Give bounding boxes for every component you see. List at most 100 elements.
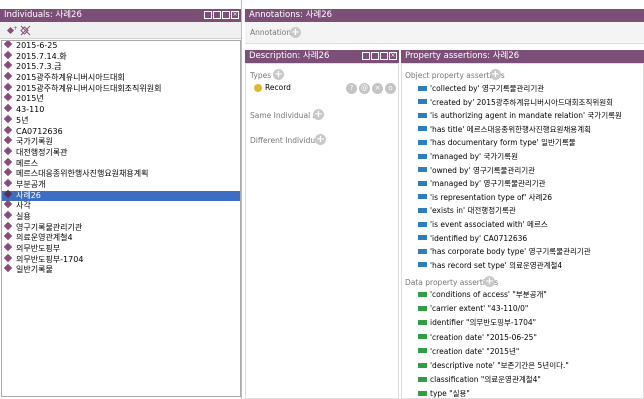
individual-label: 일반기록물 bbox=[16, 265, 53, 275]
object-property-row[interactable]: 'exists in' 대전행정기록관 bbox=[418, 205, 516, 216]
object-property-row[interactable]: 'has corporate body type' 영구기록물관리기관 bbox=[418, 246, 591, 257]
individual-icon bbox=[3, 210, 13, 220]
data-property-row[interactable]: 'carrier extent' "43-110/0" bbox=[418, 303, 528, 314]
individual-icon bbox=[3, 168, 13, 177]
data-property-text: identifier "의무반도핑부-1704" bbox=[430, 318, 537, 328]
object-property-text: 'is representation type of' 사례26 bbox=[430, 192, 552, 202]
delete-icon[interactable]: × bbox=[372, 83, 383, 94]
data-property-row[interactable]: classification "의료운영관계철4" bbox=[418, 374, 541, 385]
individual-label: 2015광주하계유니버시아드대회 bbox=[16, 73, 125, 83]
individual-list-item[interactable]: 메르스 bbox=[2, 157, 240, 170]
property-assertions-header: Property assertions: 사례26 bbox=[401, 50, 644, 63]
object-property-text: 'exists in' 대전행정기록관 bbox=[430, 206, 516, 216]
add-data-property-button[interactable]: + bbox=[484, 276, 495, 287]
annotations-panel-header: Annotations: 사례26 bbox=[245, 9, 644, 22]
individual-list-item[interactable]: 실용 bbox=[2, 210, 240, 223]
individual-label: 2015.7.14.화 bbox=[16, 51, 67, 61]
individual-list-item[interactable]: 일반기록물 bbox=[2, 264, 240, 276]
data-property-row[interactable]: 'creation date' "2015-06-25" bbox=[418, 332, 537, 343]
individual-list-item[interactable]: 사례26 bbox=[2, 189, 240, 202]
individual-label: 영구기록물관리기관 bbox=[16, 222, 83, 232]
individual-list-item[interactable]: 국가기록원 bbox=[2, 135, 240, 148]
object-property-row[interactable]: 'has title' 메르스대응종위한행사진행요원채용계획 bbox=[418, 124, 591, 135]
data-property-text: 'conditions of access' "부분공개" bbox=[430, 290, 547, 299]
individual-list-item[interactable]: 메르스대응종위한행사진행요원채용계획 bbox=[2, 168, 240, 180]
data-property-text: 'descriptive note' "보존기간은 5년이다." bbox=[430, 361, 569, 370]
individual-list-item[interactable]: 부분공개 bbox=[2, 178, 240, 191]
close-icon[interactable]: × bbox=[231, 11, 239, 19]
data-property-row[interactable]: type "실용" bbox=[418, 388, 470, 398]
object-property-row[interactable]: 'collected by' 영구기록물관리기관 bbox=[418, 83, 544, 94]
object-property-row[interactable]: 'has documentary form type' 일반기록물 bbox=[418, 137, 576, 148]
individual-list-item[interactable]: 영구기록물관리기관 bbox=[2, 221, 240, 234]
data-property-row[interactable]: 'conditions of access' "부분공개" bbox=[418, 289, 547, 300]
object-property-icon bbox=[418, 194, 427, 200]
individual-icon bbox=[3, 93, 13, 102]
data-property-row[interactable]: 'descriptive note' "보존기간은 5년이다." bbox=[418, 360, 569, 371]
data-property-row[interactable]: identifier "의무반도핑부-1704" bbox=[418, 317, 536, 328]
help-icon[interactable]: ? bbox=[346, 83, 357, 94]
pin-icon[interactable] bbox=[204, 11, 212, 19]
object-property-text: 'is authorizing agent in mandate relatio… bbox=[430, 111, 622, 121]
individual-list-item[interactable]: 2015-6-25 bbox=[2, 41, 240, 52]
edit-icon[interactable]: o bbox=[385, 83, 396, 94]
pin-icon[interactable] bbox=[362, 52, 370, 60]
description-title: Description: 사례26 bbox=[249, 51, 330, 61]
individual-list-item[interactable]: 의료운영관계철4 bbox=[2, 232, 240, 244]
type-record-row[interactable]: Record ? @ × o bbox=[254, 83, 396, 95]
svg-text:+: + bbox=[13, 25, 17, 32]
individual-list-item[interactable]: 2015광주하계유니버시아드대회조직위원회 bbox=[2, 82, 240, 95]
data-property-row[interactable]: 'creation date' "2015년" bbox=[418, 346, 519, 357]
object-property-text: 'has corporate body type' 영구기록물관리기관 bbox=[430, 247, 591, 257]
individual-list-item[interactable]: 2015년 bbox=[2, 93, 240, 105]
individual-icon bbox=[3, 157, 13, 166]
maximize-icon[interactable] bbox=[380, 52, 388, 60]
object-property-text: 'is event associated with' 메르스 bbox=[430, 220, 548, 229]
annotate-icon[interactable]: @ bbox=[359, 83, 370, 94]
object-property-row[interactable]: 'created by' 2015광주하계유니버시아드대회조직위원회 bbox=[418, 97, 613, 108]
individual-list-item[interactable]: CA0712636 bbox=[2, 125, 240, 138]
add-object-property-button[interactable]: + bbox=[490, 69, 501, 80]
individual-list-item[interactable]: 2015.7.14.화 bbox=[2, 50, 240, 63]
individual-label: 국가기록원 bbox=[16, 137, 53, 147]
delete-individual-icon[interactable] bbox=[20, 25, 31, 36]
object-property-row[interactable]: 'is authorizing agent in mandate relatio… bbox=[418, 110, 622, 121]
data-property-text: 'creation date' "2015-06-25" bbox=[430, 332, 537, 342]
object-property-row[interactable]: 'identified by' CA0712636 bbox=[418, 233, 527, 244]
object-property-text: 'owned by' 영구기록물관리기관 bbox=[430, 165, 536, 175]
object-property-row[interactable]: 'is event associated with' 메르스 bbox=[418, 219, 548, 230]
description-panel-header: Description: 사례26 × bbox=[245, 50, 399, 63]
individual-list-item[interactable]: 2015광주하계유니버시아드대회 bbox=[2, 71, 240, 84]
individual-list-item[interactable]: 43-110 bbox=[2, 103, 240, 116]
individual-list-item[interactable]: 사각 bbox=[2, 200, 240, 212]
float-icon[interactable] bbox=[213, 11, 221, 19]
object-property-text: 'has documentary form type' 일반기록물 bbox=[430, 138, 576, 148]
float-icon[interactable] bbox=[371, 52, 379, 60]
same-individual-label: Same Individual As bbox=[250, 111, 322, 120]
individual-list-item[interactable]: 의무반도핑부 bbox=[2, 242, 240, 255]
object-property-icon bbox=[418, 85, 427, 91]
individual-icon bbox=[3, 114, 13, 124]
individual-icon bbox=[3, 253, 13, 262]
object-property-row[interactable]: 'has record set type' 의료운영관계철4 bbox=[418, 260, 562, 271]
add-same-individual-button[interactable]: + bbox=[313, 109, 324, 120]
object-property-row[interactable]: 'managed by' 영구기록물관리기관 bbox=[418, 178, 546, 189]
add-individual-icon[interactable]: + bbox=[6, 25, 17, 36]
annotations-title: Annotations: 사례26 bbox=[249, 10, 333, 20]
add-annotation-button[interactable]: + bbox=[290, 27, 301, 38]
individuals-list: 2015-6-25 2015.7.14.화 2015.7.3.금 2015광주하계유니… bbox=[1, 40, 241, 397]
individual-icon bbox=[3, 242, 13, 252]
maximize-icon[interactable] bbox=[222, 11, 230, 19]
add-different-individual-button[interactable]: + bbox=[315, 134, 326, 145]
individual-list-item[interactable]: 5년 bbox=[2, 114, 240, 127]
individual-list-item[interactable]: 의무반도핑부-1704 bbox=[2, 253, 240, 266]
individual-list-item[interactable]: 2015.7.3.금 bbox=[2, 61, 240, 73]
object-property-row[interactable]: 'owned by' 영구기록물관리기관 bbox=[418, 165, 535, 176]
add-type-button[interactable]: + bbox=[273, 69, 284, 80]
close-icon[interactable]: × bbox=[389, 52, 397, 60]
object-property-row[interactable]: 'is representation type of' 사례26 bbox=[418, 192, 552, 203]
object-property-icon bbox=[418, 99, 427, 105]
object-property-row[interactable]: 'managed by' 국가기록원 bbox=[418, 151, 518, 162]
individual-list-item[interactable]: 대전행정기록관 bbox=[2, 146, 240, 159]
individual-label: 실용 bbox=[16, 212, 31, 221]
